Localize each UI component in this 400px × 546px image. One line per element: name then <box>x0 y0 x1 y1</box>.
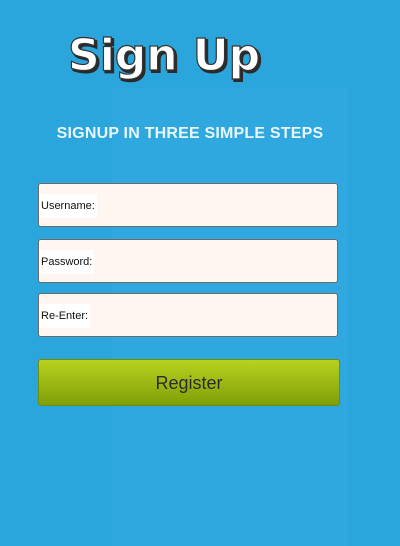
reenter-field[interactable]: Re-Enter: <box>38 293 338 337</box>
username-label: Username: <box>39 194 97 218</box>
svg-text:Sign Up: Sign Up <box>68 30 260 81</box>
username-input[interactable] <box>135 190 335 222</box>
password-field[interactable]: Password: <box>38 239 338 283</box>
register-button[interactable]: Register <box>38 359 340 406</box>
password-label: Password: <box>39 250 95 274</box>
reenter-label: Re-Enter: <box>39 304 91 328</box>
page-subtitle: SIGNUP IN THREE SIMPLE STEPS <box>56 125 324 142</box>
password-input[interactable] <box>135 246 335 278</box>
username-field[interactable]: Username: <box>38 183 338 227</box>
sign-up-title: Sign Up Sign Up <box>67 29 263 84</box>
reenter-input[interactable] <box>135 300 335 332</box>
